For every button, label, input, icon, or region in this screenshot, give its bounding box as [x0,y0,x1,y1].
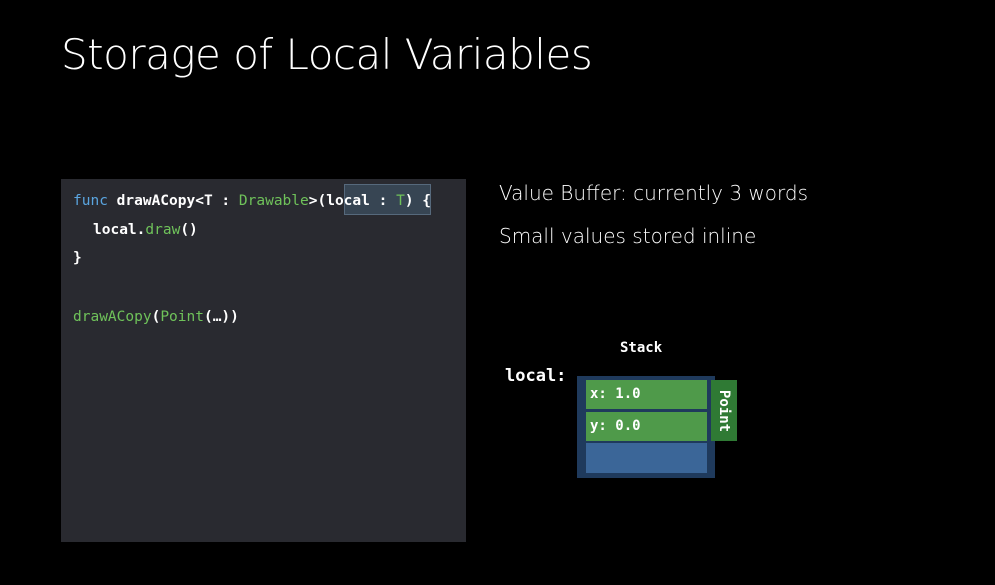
code-panel: func drawACopy<T : Drawable>(local : T) … [61,179,466,542]
local-label: local: [505,366,567,386]
point-type-label: Point [716,389,732,432]
arg-type: Point [160,309,204,325]
generic-open: < [195,193,204,209]
slide-title: Storage of Local Variables [61,30,593,79]
param-type: T [396,193,405,209]
bullet-2: Small values stored inline [499,224,757,248]
buffer-cell-empty [586,443,707,473]
stack-label: Stack [620,340,663,356]
bullet-1: Value Buffer: currently 3 words [499,181,809,205]
code-line-2: local.draw() [93,221,198,239]
code-line-3: } [73,250,82,266]
param-name: local [326,193,370,209]
colon: : [369,193,397,209]
protocol-name: Drawable [238,193,309,209]
code-line-4: drawACopy(Point(…)) [73,308,239,326]
parens: () [180,222,198,238]
paren-close: ) { [404,193,432,209]
keyword-func: func [73,193,108,209]
receiver: local [93,222,137,238]
point-type-tag: Point [711,380,737,441]
call-name: drawACopy [73,309,152,325]
function-name: drawACopy [116,193,196,209]
paren-open: ( [151,309,161,325]
generic-close: >( [308,193,327,209]
method-name: draw [145,222,181,238]
value-buffer: x: 1.0 y: 0.0 [577,376,715,478]
colon: : [212,193,239,209]
generic-param: T [203,193,213,209]
args: (…)) [203,309,239,325]
buffer-cell-y: y: 0.0 [586,412,707,441]
code-line-1: func drawACopy<T : Drawable>(local : T) … [73,192,431,210]
buffer-cell-x: x: 1.0 [586,380,707,409]
